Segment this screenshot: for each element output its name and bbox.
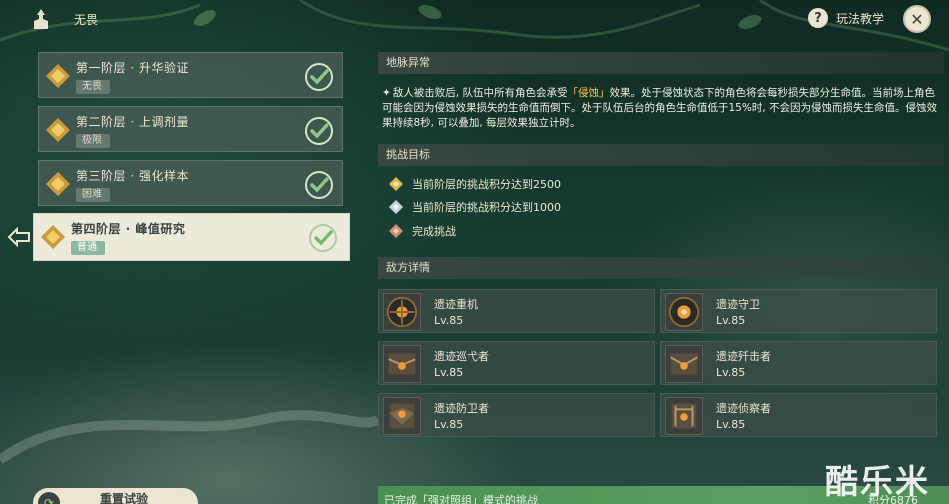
stage-name: 第一阶层 · 升华验证 <box>76 61 189 75</box>
close-button[interactable]: ✕ <box>903 5 931 33</box>
completed-check-icon <box>305 171 333 199</box>
ruin-cruiser-icon <box>383 345 421 383</box>
enemy-card[interactable]: 遗迹侦察者 Lv.85 <box>660 393 937 437</box>
goal-item: 完成挑战 <box>388 223 456 239</box>
goal-text: 完成挑战 <box>412 225 456 238</box>
stage-emblem-icon <box>46 118 70 142</box>
enemy-level: Lv.85 <box>716 314 746 327</box>
difficulty-badge: 普通 <box>71 241 105 255</box>
enemy-level: Lv.85 <box>434 314 464 327</box>
bullet-star-icon: ✦ <box>382 87 391 99</box>
goal-item: 当前阶层的挑战积分达到1000 <box>388 199 561 215</box>
enemy-card[interactable]: 遗迹歼击者 Lv.85 <box>660 341 937 385</box>
ruin-scout-icon <box>665 397 703 435</box>
tutorial-label: 玩法教学 <box>836 11 885 26</box>
difficulty-badge: 极限 <box>76 134 110 148</box>
reset-label: 重置试验 <box>100 491 149 504</box>
gold-medal-icon <box>389 177 403 191</box>
help-icon: ? <box>808 8 828 28</box>
stage-emblem-icon <box>46 172 70 196</box>
enemy-name: 遗迹巡弋者 <box>434 350 489 363</box>
enemy-name: 遗迹重机 <box>434 298 478 311</box>
completed-check-icon <box>309 224 337 252</box>
enemy-level: Lv.85 <box>434 418 464 431</box>
goal-item: 当前阶层的挑战积分达到2500 <box>388 176 561 192</box>
spiral-abyss-emblem-icon <box>34 9 48 29</box>
stage-name: 第二阶层 · 上调剂量 <box>76 115 189 129</box>
completion-text: 已完成「强对照组」模式的挑战 <box>384 494 538 504</box>
ley-line-description: ✦ 敌人被击败后, 队伍中所有角色会承受「侵蚀」效果。处于侵蚀状态下的角色将会每秒… <box>378 86 944 131</box>
page-title: 无畏 <box>74 13 99 27</box>
stage-item-2[interactable]: 第二阶层 · 上调剂量 极限 <box>38 106 343 152</box>
top-bar: 无畏 ? 玩法教学 ✕ <box>0 0 949 40</box>
goals-heading: 挑战目标 <box>378 144 944 166</box>
stage-item-4[interactable]: 第四阶层 · 峰值研究 普通 <box>33 213 350 261</box>
selection-arrow-icon <box>7 226 30 248</box>
erosion-highlight: 「侵蚀」 <box>567 87 610 99</box>
reset-icon: ⟳ <box>38 492 60 504</box>
ley-line-heading: 地脉异常 <box>378 52 944 74</box>
silver-medal-icon <box>389 200 403 214</box>
enemy-name: 遗迹歼击者 <box>716 350 771 363</box>
goal-text: 当前阶层的挑战积分达到1000 <box>412 201 561 214</box>
stage-name: 第三阶层 · 强化样本 <box>76 169 189 183</box>
close-icon: ✕ <box>910 9 924 29</box>
tutorial-button[interactable]: ? 玩法教学 <box>808 8 884 28</box>
enemy-card[interactable]: 遗迹守卫 Lv.85 <box>660 289 937 333</box>
enemy-name: 遗迹侦察者 <box>716 402 771 415</box>
enemy-card[interactable]: 遗迹防卫者 Lv.85 <box>378 393 655 437</box>
difficulty-badge: 无畏 <box>76 80 110 94</box>
bronze-medal-icon <box>389 224 403 238</box>
watermark: 酷乐米 <box>825 462 930 501</box>
reset-trial-button[interactable]: ⟳ 重置试验 <box>33 488 198 504</box>
enemy-level: Lv.85 <box>716 366 746 379</box>
enemy-level: Lv.85 <box>434 366 464 379</box>
stage-emblem-icon <box>46 64 70 88</box>
desc-text-1: 敌人被击败后, 队伍中所有角色会承受 <box>392 87 568 99</box>
stage-item-1[interactable]: 第一阶层 · 升华验证 无畏 <box>38 52 343 98</box>
ruin-defender-icon <box>383 397 421 435</box>
ruin-destroyer-icon <box>665 345 703 383</box>
stage-name: 第四阶层 · 峰值研究 <box>71 222 186 236</box>
stage-item-3[interactable]: 第三阶层 · 强化样本 困难 <box>38 160 343 206</box>
enemy-name: 遗迹守卫 <box>716 298 760 311</box>
ruin-machine-icon <box>383 293 421 331</box>
enemy-name: 遗迹防卫者 <box>434 402 489 415</box>
enemy-card[interactable]: 遗迹重机 Lv.85 <box>378 289 655 333</box>
enemy-card[interactable]: 遗迹巡弋者 Lv.85 <box>378 341 655 385</box>
completed-check-icon <box>305 63 333 91</box>
difficulty-badge: 困难 <box>76 188 110 202</box>
enemy-level: Lv.85 <box>716 418 746 431</box>
ruin-guard-icon <box>665 293 703 331</box>
completed-check-icon <box>305 117 333 145</box>
goal-text: 当前阶层的挑战积分达到2500 <box>412 178 561 191</box>
stage-emblem-icon <box>41 225 65 249</box>
enemies-heading: 敌方详情 <box>378 257 944 279</box>
